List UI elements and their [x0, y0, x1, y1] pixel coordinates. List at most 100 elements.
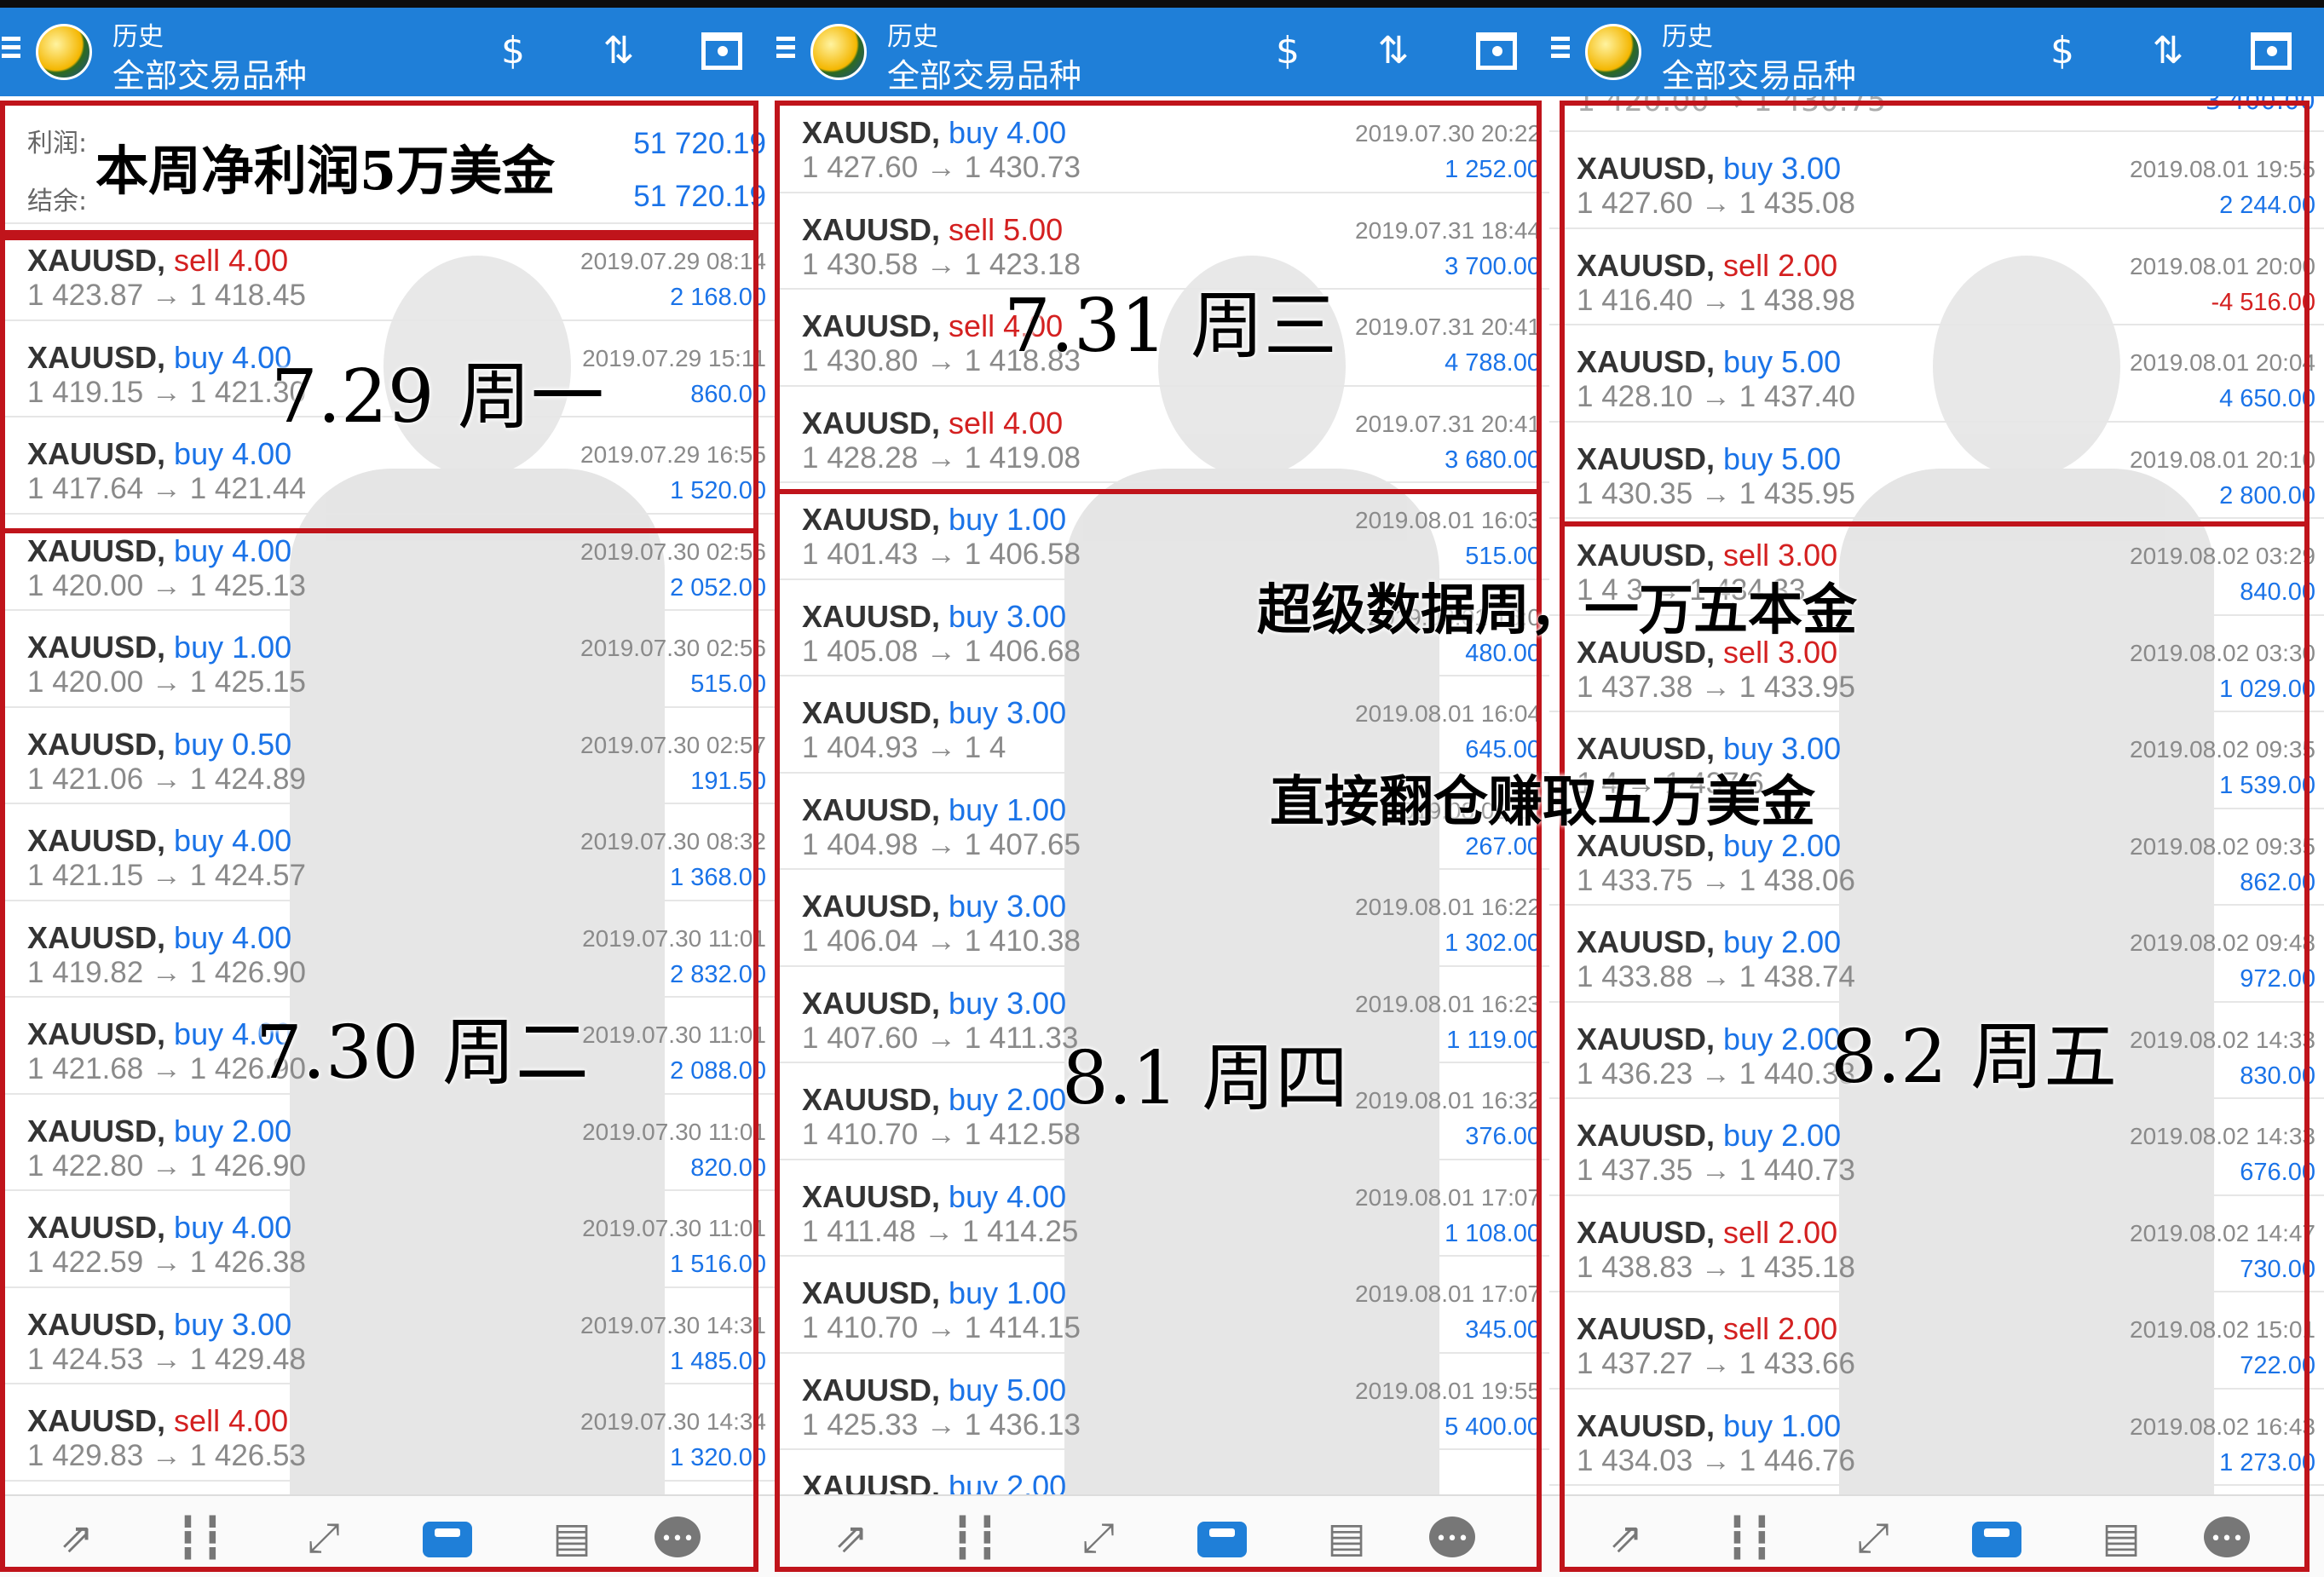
trade-row[interactable]: XAUUSD, sell 4.00 1 423.87 → 1 418.45 2019… [0, 224, 775, 321]
trade-icon[interactable]: ⤢ [294, 1508, 354, 1568]
history-icon[interactable] [1967, 1508, 2027, 1568]
currency-icon[interactable]: $ [2035, 26, 2090, 77]
trade-profit: 676.00 [2240, 1159, 2315, 1186]
trade-prices: 1 404.98 → 1 407.65 [802, 827, 1081, 861]
trade-profit: 820.00 [690, 1154, 766, 1182]
trade-prices: 1 437.27 → 1 433.66 [1577, 1347, 1855, 1380]
news-icon[interactable]: ▤ [1317, 1508, 1376, 1568]
trade-prices: 1 407.60 → 1 411.33 [802, 1021, 1079, 1055]
history-icon[interactable] [1192, 1508, 1252, 1568]
trade-time: 2019.07.30 14:31 [580, 1311, 766, 1338]
trade-row[interactable]: XAUUSD, sell 4.00 1 429.83 → 1 426.53 2019… [0, 1384, 775, 1482]
currency-icon[interactable]: $ [1260, 26, 1315, 77]
chat-icon[interactable] [2197, 1508, 2257, 1569]
trade-row[interactable]: XAUUSD, buy 4.00 1 422.59 → 1 426.38 2019.… [0, 1191, 775, 1288]
sort-icon[interactable]: ⇅ [1366, 26, 1421, 77]
trade-profit: 2 088.00 [670, 1057, 766, 1085]
trade-symbol: XAUUSD, [1577, 1021, 1716, 1056]
trade-row[interactable]: XAUUSD, buy 2.00 1 437.35 → 1 440.73 2019.… [1549, 1099, 2324, 1196]
trade-profit: 2 832.00 [670, 960, 766, 988]
trade-prices: 1 428.28 → 1 419.08 [802, 440, 1081, 475]
appbar-title[interactable]: 全部交易品种 [887, 49, 1081, 96]
trade-row[interactable]: XAUUSD, buy 2.00 1 433.88 → 1 438.74 2019.… [1549, 906, 2324, 1003]
trade-row[interactable]: XAUUSD, buy 4.00 1 419.82 → 1 426.90 2019.… [0, 901, 775, 998]
trade-row[interactable]: XAUUSD, buy 3.00 1 427.60 → 1 435.08 2019.… [1549, 132, 2324, 229]
history-icon[interactable] [418, 1508, 477, 1568]
trade-side: buy [174, 1016, 224, 1051]
trade-row[interactable]: XAUUSD, buy 5.00 1 430.35 → 1 435.95 2019.… [1549, 423, 2324, 519]
trade-row[interactable]: XAUUSD, buy 4.00 1 421.15 → 1 424.57 2019.… [0, 804, 775, 901]
metatrader-logo-icon [810, 24, 867, 80]
trade-prices: 1 421.15 → 1 424.57 [27, 859, 306, 892]
trade-profit: 830.00 [2240, 1062, 2315, 1090]
trade-time: 2019.07.30 20:22 [1355, 120, 1541, 147]
sort-icon[interactable]: ⇅ [591, 26, 646, 77]
trade-row[interactable]: XAUUSD, sell 2.00 1 416.40 → 1 438.98 2019… [1549, 229, 2324, 325]
appbar-title[interactable]: 全部交易品种 [112, 49, 307, 96]
trade-symbol-line: XAUUSD, sell 4.00 [802, 406, 1063, 441]
chart-candles-icon[interactable]: ┇┇ [945, 1508, 1005, 1568]
trade-symbol-line: XAUUSD, buy 3.00 [27, 1307, 291, 1343]
news-icon[interactable]: ▤ [2091, 1508, 2151, 1568]
trade-time: 2019.08.01 17:07 [1355, 1281, 1541, 1307]
trade-row[interactable]: XAUUSD, sell 2.00 1 437.27 → 1 433.66 2019… [1549, 1292, 2324, 1390]
trade-profit: 1 302.00 [1445, 930, 1541, 957]
trade-side: buy [949, 1178, 999, 1214]
menu-icon[interactable] [2, 32, 20, 66]
trade-row[interactable]: XAUUSD, buy 1.00 1 420.00 → 1 425.15 2019.… [0, 611, 775, 708]
sort-icon[interactable]: ⇅ [2141, 26, 2195, 77]
chart-candles-icon[interactable]: ┇┇ [170, 1508, 230, 1568]
trade-time: 2019.08.01 16:23 [1355, 990, 1541, 1017]
trade-time: 2019.08.02 03:29 [2130, 543, 2315, 569]
trade-row[interactable]: XAUUSD, buy 2.00 [775, 1450, 1549, 1494]
trade-row[interactable]: XAUUSD, buy 1.00 1 410.70 → 1 414.15 2019.… [775, 1257, 1549, 1354]
trade-row[interactable]: XAUUSD, buy 1.00 1 401.43 → 1 406.58 2019.… [775, 483, 1549, 580]
trade-side: buy [1723, 1407, 1773, 1443]
trade-prices: 1 411.48 → 1 414.25 [802, 1214, 1079, 1248]
trade-prices: 1 420.00 → 1 425.15 [27, 665, 306, 699]
chat-icon[interactable] [648, 1508, 707, 1569]
trade-row[interactable]: XAUUSD, buy 0.50 1 421.06 → 1 424.89 2019.… [0, 708, 775, 804]
currency-icon[interactable]: $ [486, 26, 540, 77]
news-icon[interactable]: ▤ [542, 1508, 602, 1568]
trade-row[interactable]: XAUUSD, buy 3.00 1 406.04 → 1 410.38 2019.… [775, 870, 1549, 967]
trade-symbol: XAUUSD, [802, 889, 941, 924]
trade-side: buy [174, 1306, 224, 1342]
trade-symbol-line: XAUUSD, buy 0.50 [27, 727, 291, 763]
calendar-icon[interactable] [695, 26, 749, 77]
chart-candles-icon[interactable]: ┇┇ [1720, 1508, 1779, 1568]
quotes-icon[interactable]: ⇗ [47, 1508, 107, 1568]
trade-row[interactable]: XAUUSD, sell 2.00 1 438.83 → 1 435.18 2019… [1549, 1196, 2324, 1292]
trade-row[interactable]: XAUUSD, buy 5.00 1 428.10 → 1 437.40 2019.… [1549, 325, 2324, 423]
trade-icon[interactable]: ⤢ [1069, 1508, 1128, 1568]
menu-icon[interactable] [776, 32, 795, 66]
trade-symbol: XAUUSD, [802, 1469, 941, 1494]
trade-profit: 2 168.00 [670, 284, 766, 311]
trade-row[interactable]: XAUUSD, buy 4.00 1 427.60 → 1 430.73 2019.… [775, 96, 1549, 193]
trade-row[interactable]: XAUUSD, buy 1.00 1 434.03 → 1 446.76 2019.… [1549, 1390, 2324, 1486]
trade-row[interactable]: XAUUSD, buy 4.00 1 411.48 → 1 414.25 2019.… [775, 1160, 1549, 1257]
partial-row[interactable]: 1 420.00 → 1 430.75 3 400.00 [1549, 96, 2324, 132]
calendar-icon[interactable] [2244, 26, 2298, 77]
menu-icon[interactable] [1551, 32, 1570, 66]
trade-row[interactable]: XAUUSD, buy 4.00 1 420.00 → 1 425.13 2019.… [0, 515, 775, 611]
appbar-title[interactable]: 全部交易品种 [1662, 49, 1856, 96]
trade-icon[interactable]: ⤢ [1843, 1508, 1903, 1568]
trade-profit: 1 108.00 [1445, 1219, 1541, 1247]
balance-label: 结余: [27, 187, 88, 216]
trade-profit: 1 520.00 [670, 477, 766, 504]
trade-time: 2019.07.29 15:11 [582, 344, 766, 371]
quotes-icon[interactable]: ⇗ [1596, 1508, 1656, 1568]
trade-symbol-line: XAUUSD, buy 3.00 [802, 889, 1066, 924]
quotes-icon[interactable]: ⇗ [822, 1508, 881, 1568]
trade-symbol-line: XAUUSD, buy 1.00 [802, 1275, 1066, 1311]
trade-time: 2019.08.02 14:33 [2130, 1026, 2315, 1053]
trade-row[interactable]: XAUUSD, buy 3.00 1 424.53 → 1 429.48 2019.… [0, 1288, 775, 1384]
caption-line-2: 直接翻仓赚取五万美金 [1270, 770, 1815, 834]
trade-row[interactable]: XAUUSD, sell 4.00 1 428.28 → 1 419.08 2019… [775, 387, 1549, 483]
calendar-icon[interactable] [1469, 26, 1524, 77]
trade-row[interactable]: XAUUSD, buy 5.00 1 425.33 → 1 436.13 2019.… [775, 1354, 1549, 1450]
trade-symbol: XAUUSD, [1577, 1214, 1716, 1250]
chat-icon[interactable] [1422, 1508, 1482, 1569]
trade-row[interactable]: XAUUSD, buy 2.00 1 422.80 → 1 426.90 2019.… [0, 1095, 775, 1191]
